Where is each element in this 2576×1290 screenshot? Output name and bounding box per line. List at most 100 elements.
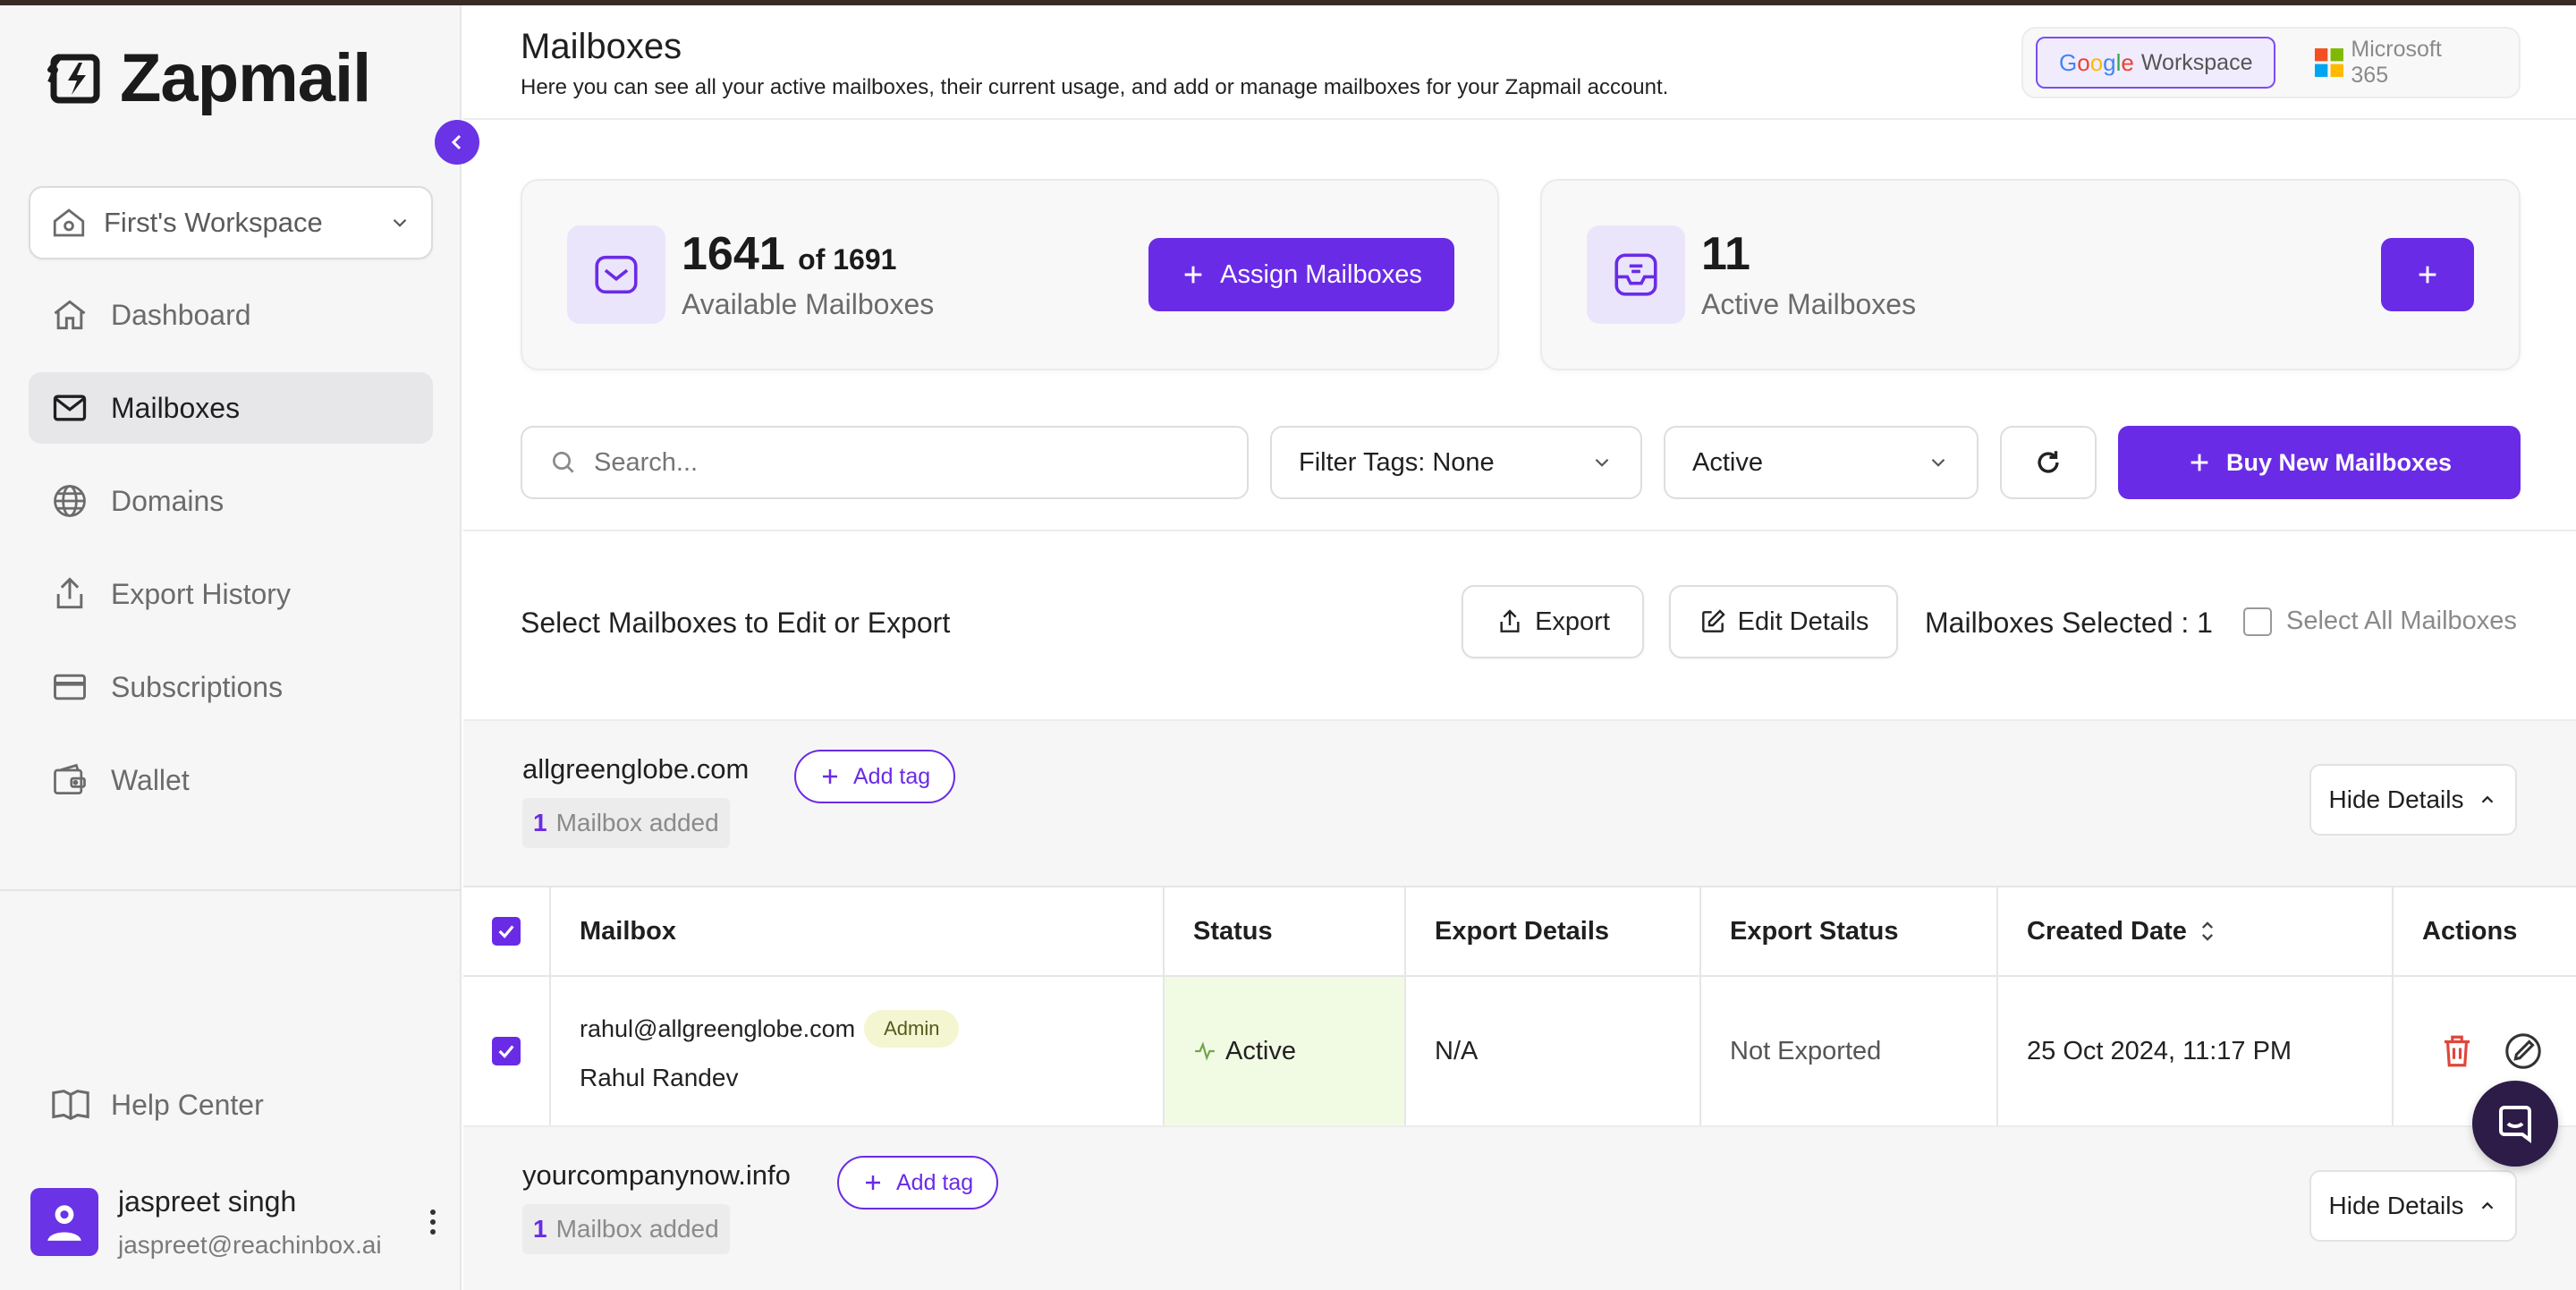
upload-icon xyxy=(56,577,83,609)
export-button[interactable]: Export xyxy=(1462,585,1644,658)
add-mailbox-button[interactable] xyxy=(2381,238,2474,311)
sidebar: Zapmail First's Workspace Dashboard Mail… xyxy=(0,5,462,1290)
hide-details-button[interactable]: Hide Details xyxy=(2309,1170,2517,1242)
edit-details-button[interactable]: Edit Details xyxy=(1669,585,1898,658)
col-created-date-label: Created Date xyxy=(2027,916,2187,946)
chevron-down-icon xyxy=(1595,458,1609,467)
search-icon xyxy=(553,452,574,473)
edit-icon[interactable] xyxy=(2503,1031,2544,1072)
chevron-up-icon xyxy=(2482,1201,2494,1209)
refresh-icon xyxy=(2038,451,2059,473)
search-field[interactable] xyxy=(521,426,1249,499)
sidebar-item-label: Subscriptions xyxy=(111,670,284,703)
mailbox-count: 1 xyxy=(533,1215,547,1243)
col-export-status: Export Status xyxy=(1701,887,1998,975)
brand[interactable]: Zapmail xyxy=(43,39,371,117)
assign-mailboxes-button[interactable]: Assign Mailboxes xyxy=(1148,238,1454,311)
table-header-row: Mailbox Status Export Details Export Sta… xyxy=(463,887,2576,977)
sidebar-nav: Dashboard Mailboxes Domains Export Histo… xyxy=(29,279,433,837)
chat-support-button[interactable] xyxy=(2472,1081,2558,1167)
plus-icon xyxy=(2190,454,2208,471)
domain-group: yourcompanynow.info 1 Mailbox added Add … xyxy=(463,1125,2576,1290)
mail-icon xyxy=(53,395,87,421)
user-profile[interactable]: jaspreet singh jaspreet@reachinbox.ai xyxy=(30,1177,442,1267)
add-tag-button[interactable]: Add tag xyxy=(837,1156,999,1209)
wallet-icon xyxy=(54,763,86,795)
more-options-icon[interactable] xyxy=(424,1209,442,1235)
user-icon xyxy=(47,1205,81,1241)
sidebar-item-label: Wallet xyxy=(111,763,190,796)
buy-new-mailboxes-label: Buy New Mailboxes xyxy=(2225,448,2453,476)
domain-group: allgreenglobe.com 1 Mailbox added Add ta… xyxy=(463,719,2576,887)
user-name: jaspreet singh xyxy=(118,1184,297,1218)
check-icon xyxy=(498,925,514,938)
add-tag-label: Add tag xyxy=(853,763,931,789)
selection-title: Select Mailboxes to Edit or Export xyxy=(521,607,951,639)
row-checkbox[interactable] xyxy=(492,1037,521,1065)
chat-icon xyxy=(2499,1106,2531,1143)
provider-switch: Google Workspace Microsoft 365 xyxy=(2021,27,2521,98)
status-cell: Active xyxy=(1165,977,1406,1125)
select-all-label: Select All Mailboxes xyxy=(2286,607,2517,635)
microsoft-365-label: Microsoft 365 xyxy=(2351,37,2442,88)
mailbox-owner-name: Rahul Randev xyxy=(580,1064,739,1091)
mailbox-count-label: Mailbox added xyxy=(555,1215,719,1243)
active-count: 11 xyxy=(1701,228,1750,280)
status-filter-select[interactable]: Active xyxy=(1664,426,1979,499)
checkbox[interactable] xyxy=(2243,607,2272,636)
sidebar-divider xyxy=(0,889,462,891)
refresh-button[interactable] xyxy=(2000,426,2097,499)
sidebar-item-dashboard[interactable]: Dashboard xyxy=(29,279,433,351)
credit-card-icon xyxy=(54,674,86,700)
workspace-select[interactable]: First's Workspace xyxy=(29,186,433,259)
activity-icon xyxy=(1195,1041,1215,1061)
available-total: of 1691 xyxy=(798,243,897,276)
hide-details-button[interactable]: Hide Details xyxy=(2309,764,2517,836)
select-all-checkbox[interactable]: Select All Mailboxes xyxy=(2243,607,2517,636)
sidebar-item-domains[interactable]: Domains xyxy=(29,465,433,537)
sidebar-item-export-history[interactable]: Export History xyxy=(29,558,433,630)
filter-tags-label: Filter Tags: None xyxy=(1299,447,1495,477)
active-label: Active Mailboxes xyxy=(1701,288,1917,320)
col-created-date[interactable]: Created Date xyxy=(1998,887,2394,975)
inbox-icon xyxy=(1587,225,1685,324)
add-tag-label: Add tag xyxy=(896,1169,974,1195)
sidebar-item-label: Mailboxes xyxy=(111,391,241,424)
mailbox-count-label: Mailbox added xyxy=(555,809,719,836)
page-header: Mailboxes Here you can see all your acti… xyxy=(463,5,2576,120)
mailbox-count: 1 xyxy=(533,809,547,836)
search-input[interactable] xyxy=(594,447,1220,478)
app-window: Zapmail First's Workspace Dashboard Mail… xyxy=(0,5,2576,1290)
avatar xyxy=(30,1188,98,1256)
sidebar-item-subscriptions[interactable]: Subscriptions xyxy=(29,651,433,723)
col-actions: Actions xyxy=(2422,916,2518,946)
trash-icon[interactable] xyxy=(2438,1032,2476,1070)
page-subtitle: Here you can see all your active mailbox… xyxy=(521,75,1669,99)
export-label: Export xyxy=(1535,607,1610,636)
add-tag-button[interactable]: Add tag xyxy=(794,750,956,803)
assign-mailboxes-label: Assign Mailboxes xyxy=(1220,259,1422,289)
col-export-details: Export Details xyxy=(1406,887,1701,975)
collapse-sidebar-button[interactable] xyxy=(435,120,479,165)
chevron-down-icon xyxy=(1931,458,1945,467)
upload-icon xyxy=(1500,609,1520,632)
check-icon xyxy=(498,1045,514,1058)
sidebar-item-mailboxes[interactable]: Mailboxes xyxy=(29,372,433,444)
header-checkbox[interactable] xyxy=(492,917,521,946)
user-email: jaspreet@reachinbox.ai xyxy=(118,1230,382,1259)
sidebar-item-label: Export History xyxy=(111,577,291,610)
help-center-link[interactable]: Help Center xyxy=(50,1084,264,1125)
help-center-label: Help Center xyxy=(111,1088,264,1121)
col-status: Status xyxy=(1165,887,1406,975)
filter-tags-select[interactable]: Filter Tags: None xyxy=(1270,426,1642,499)
workspace-home-icon xyxy=(53,208,85,237)
home-icon xyxy=(54,300,86,330)
sidebar-item-wallet[interactable]: Wallet xyxy=(29,744,433,816)
book-icon xyxy=(52,1090,89,1121)
microsoft-365-tab[interactable]: Microsoft 365 xyxy=(2293,37,2506,89)
mailbox-email: rahul@allgreenglobe.com xyxy=(580,1014,856,1042)
google-workspace-tab[interactable]: Google Workspace xyxy=(2036,37,2276,89)
buy-new-mailboxes-button[interactable]: Buy New Mailboxes xyxy=(2118,426,2521,499)
domain-name: allgreenglobe.com xyxy=(522,753,750,785)
mailbox-count-badge: 1 Mailbox added xyxy=(522,798,730,848)
